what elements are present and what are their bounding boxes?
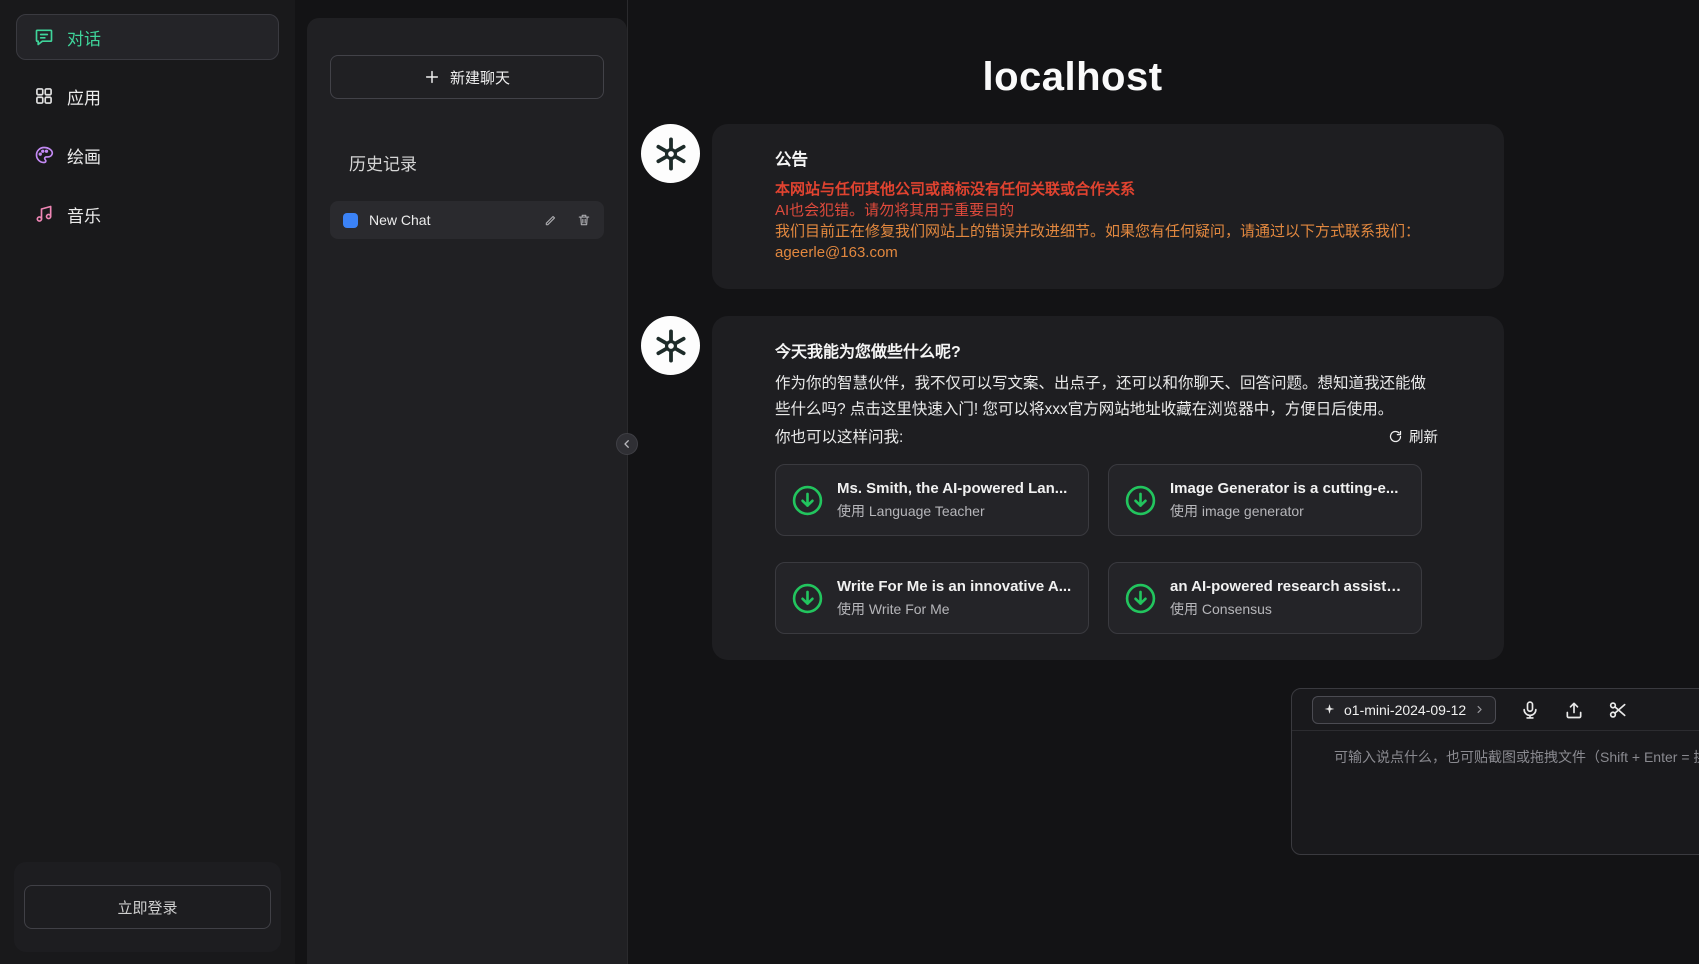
composer-toolbar: o1-mini-2024-09-12: [1292, 689, 1699, 731]
new-chat-label: 新建聊天: [450, 67, 510, 88]
microphone-icon[interactable]: [1520, 700, 1540, 720]
apps-grid-icon: [34, 86, 54, 106]
new-chat-button[interactable]: 新建聊天: [330, 55, 604, 99]
announcement-line-3: 我们目前正在修复我们网站上的错误并改进细节。如果您有任何疑问，请通过以下方式联系…: [775, 221, 1438, 242]
suggestion-title: Image Generator is a cutting-e...: [1170, 480, 1407, 497]
main-area: localhost: [628, 0, 1699, 964]
welcome-message: 今天我能为您做些什么呢? 作为你的智慧伙伴，我不仅可以写文案、出点子，还可以和你…: [641, 316, 1504, 660]
announcement-bubble: 公告 本网站与任何其他公司或商标没有任何关联或合作关系 AI也会犯错。请勿将其用…: [712, 124, 1504, 289]
palette-icon: [34, 145, 54, 165]
suggestion-subtitle: 使用 image generator: [1170, 501, 1407, 521]
collapse-sidebar-button[interactable]: [616, 433, 638, 455]
plus-icon: [424, 69, 440, 85]
announcement-message: 公告 本网站与任何其他公司或商标没有任何关联或合作关系 AI也会犯错。请勿将其用…: [641, 124, 1504, 289]
sidebar: 对话 应用 绘画: [0, 0, 295, 964]
sidebar-item-label: 应用: [67, 84, 101, 109]
sidebar-item-label: 绘画: [67, 143, 101, 168]
model-selector[interactable]: o1-mini-2024-09-12: [1312, 696, 1496, 724]
sidebar-item-label: 对话: [67, 25, 101, 50]
chevron-left-icon: [621, 438, 633, 450]
suggestion-title: an AI-powered research assista...: [1170, 578, 1407, 595]
ask-hint: 你也可以这样问我:: [775, 425, 903, 447]
openai-logo-icon: [652, 327, 690, 365]
delete-icon[interactable]: [577, 213, 591, 227]
chat-item-title: New Chat: [369, 212, 533, 228]
download-circle-icon: [790, 483, 825, 518]
app-window: 对话 应用 绘画: [0, 0, 1699, 964]
sparkle-icon: [1323, 703, 1336, 716]
chat-list-panel: 新建聊天 历史记录 New Chat: [307, 18, 627, 964]
announcement-line-2: AI也会犯错。请勿将其用于重要目的: [775, 200, 1438, 221]
openai-logo-icon: [652, 135, 690, 173]
suggestion-title: Write For Me is an innovative A...: [837, 578, 1074, 595]
edit-icon[interactable]: [544, 213, 558, 227]
scissors-icon[interactable]: [1608, 700, 1628, 720]
download-circle-icon: [1123, 483, 1158, 518]
suggestion-title: Ms. Smith, the AI-powered Lan...: [837, 480, 1074, 497]
sidebar-item-paint[interactable]: 绘画: [16, 132, 279, 178]
download-circle-icon: [790, 581, 825, 616]
chat-color-dot: [343, 213, 358, 228]
suggestion-subtitle: 使用 Consensus: [1170, 599, 1407, 619]
sidebar-item-label: 音乐: [67, 202, 101, 227]
music-note-icon: [34, 204, 54, 224]
assistant-avatar: [641, 124, 700, 183]
announcement-line-1: 本网站与任何其他公司或商标没有任何关联或合作关系: [775, 179, 1438, 200]
welcome-bubble: 今天我能为您做些什么呢? 作为你的智慧伙伴，我不仅可以写文案、出点子，还可以和你…: [712, 316, 1504, 660]
assistant-avatar: [641, 316, 700, 375]
refresh-suggestions-button[interactable]: 刷新: [1388, 426, 1438, 447]
sidebar-item-apps[interactable]: 应用: [16, 73, 279, 119]
login-button[interactable]: 立即登录: [24, 885, 271, 929]
suggestion-card[interactable]: Ms. Smith, the AI-powered Lan... 使用 Lang…: [775, 464, 1089, 536]
upload-icon[interactable]: [1564, 700, 1584, 720]
welcome-body: 作为你的智慧伙伴，我不仅可以写文案、出点子，还可以和你聊天、回答问题。想知道我还…: [775, 371, 1438, 423]
chat-bubble-icon: [34, 27, 54, 47]
chat-list-item[interactable]: New Chat: [330, 201, 604, 239]
composer: o1-mini-2024-09-12: [1291, 688, 1699, 855]
suggestion-subtitle: 使用 Language Teacher: [837, 501, 1074, 521]
login-panel: 立即登录: [14, 862, 281, 952]
message-input[interactable]: [1292, 731, 1699, 811]
suggestion-subtitle: 使用 Write For Me: [837, 599, 1074, 619]
contact-email-link[interactable]: ageerle@163.com: [775, 242, 1438, 263]
chevron-right-icon: [1474, 704, 1485, 715]
suggestion-card[interactable]: an AI-powered research assista... 使用 Con…: [1108, 562, 1422, 634]
suggestion-card[interactable]: Write For Me is an innovative A... 使用 Wr…: [775, 562, 1089, 634]
suggestion-card[interactable]: Image Generator is a cutting-e... 使用 ima…: [1108, 464, 1422, 536]
refresh-icon: [1388, 429, 1403, 444]
history-title: 历史记录: [330, 150, 604, 175]
model-name: o1-mini-2024-09-12: [1344, 702, 1466, 718]
sidebar-item-chat[interactable]: 对话: [16, 14, 279, 60]
suggestion-grid: Ms. Smith, the AI-powered Lan... 使用 Lang…: [775, 464, 1438, 634]
download-circle-icon: [1123, 581, 1158, 616]
welcome-title: 今天我能为您做些什么呢?: [775, 338, 1438, 362]
sidebar-item-music[interactable]: 音乐: [16, 191, 279, 237]
page-title: localhost: [641, 55, 1504, 100]
announcement-title: 公告: [775, 146, 1438, 170]
